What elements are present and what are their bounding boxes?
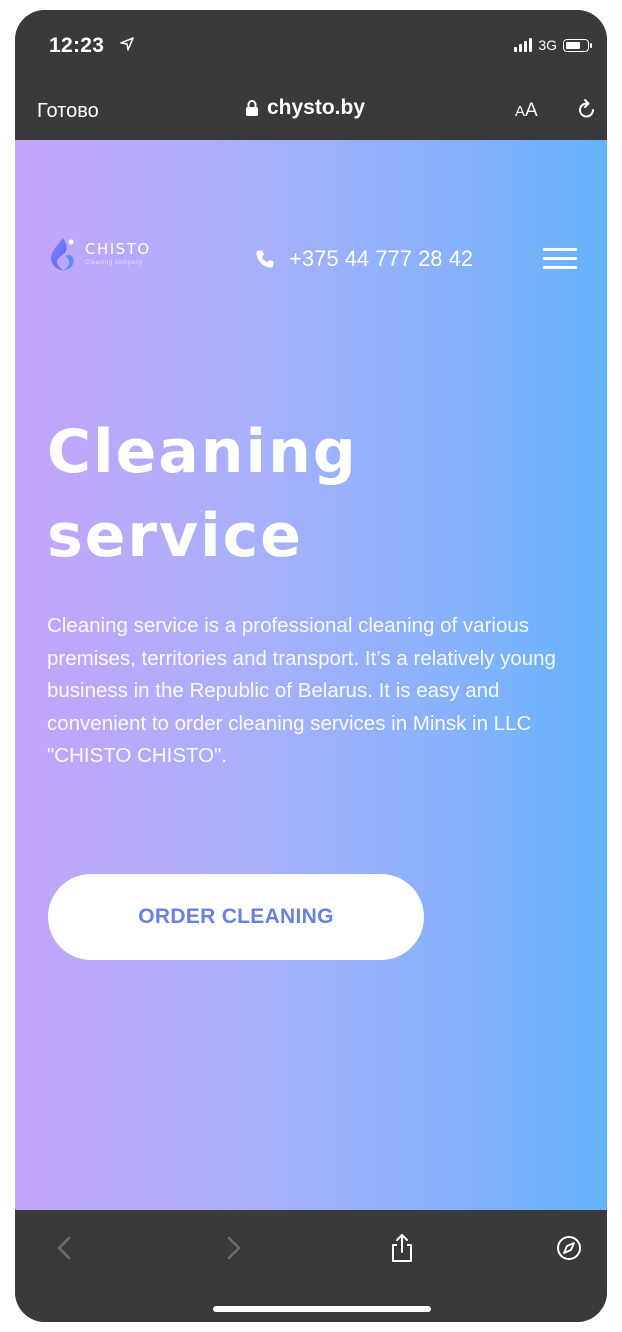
text-size-large-a: A (525, 100, 538, 121)
text-size-small-a: A (515, 103, 526, 120)
web-content: CHISTO Cleaning company +375 44 777 28 4… (15, 140, 607, 1210)
done-button[interactable]: Готово (37, 100, 99, 123)
forward-icon[interactable] (219, 1232, 247, 1264)
phone-number: +375 44 777 28 42 (289, 246, 474, 271)
share-icon[interactable] (388, 1232, 416, 1264)
address-bar[interactable]: chysto.by (245, 96, 365, 120)
logo-name: CHISTO (85, 240, 151, 258)
hero-description: Cleaning service is a professional clean… (47, 614, 556, 767)
hero-title-line-2: service (47, 501, 303, 571)
signal-icon (514, 38, 533, 52)
url-text: chysto.by (267, 96, 366, 119)
phone-link[interactable]: +375 44 777 28 42 (255, 246, 473, 272)
reload-icon[interactable] (575, 98, 599, 122)
logo-subtitle: Cleaning company (85, 260, 143, 266)
status-time: 12:23 (49, 34, 105, 57)
battery-icon (563, 38, 592, 52)
back-icon[interactable] (51, 1232, 79, 1264)
compass-icon[interactable] (555, 1232, 583, 1264)
network-type: 3G (538, 37, 557, 53)
phone-icon (256, 250, 274, 268)
location-arrow-icon (120, 37, 134, 51)
text-size-button[interactable]: AA (515, 100, 538, 122)
status-bar: 12:23 3G (15, 10, 607, 82)
lock-icon (246, 100, 258, 116)
hamburger-menu-icon[interactable] (543, 248, 577, 270)
water-drop-logo-icon (51, 238, 74, 270)
phone-screen: 12:23 3G Готово chysto.by AA CHISTO Clea… (15, 10, 607, 1322)
site-logo[interactable]: CHISTO Cleaning company (47, 236, 151, 272)
hero-title-line-1: Cleaning (47, 417, 358, 487)
browser-toolbar (15, 1210, 607, 1322)
status-indicators: 3G (514, 34, 592, 56)
hero-title: Cleaning service (47, 410, 567, 578)
order-cleaning-button[interactable]: ORDER CLEANING (48, 874, 424, 960)
home-indicator[interactable] (213, 1306, 431, 1312)
browser-bar: Готово chysto.by AA (15, 82, 607, 140)
